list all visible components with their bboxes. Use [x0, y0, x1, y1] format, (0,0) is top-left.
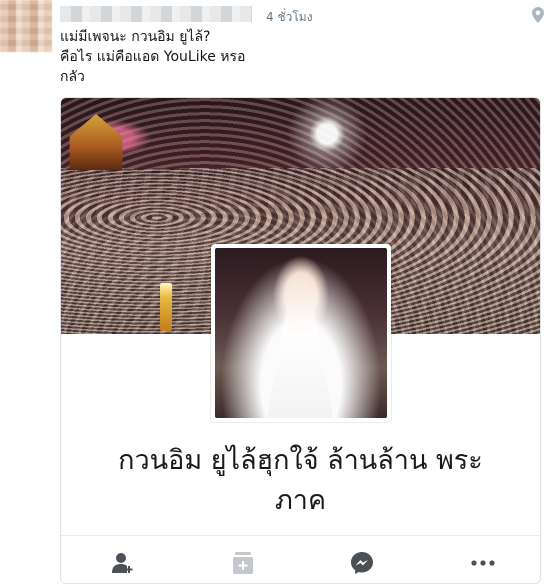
tweet-text: แม่มีเพจนะ กวนอิม ยูไล้? คือไร แม่คือแอด…: [60, 29, 246, 85]
messenger-icon[interactable]: [350, 551, 374, 575]
location-pin-icon: [532, 7, 544, 23]
candle-image: [160, 283, 172, 331]
profile-picture[interactable]: [211, 244, 391, 422]
avatar[interactable]: [0, 0, 52, 52]
blurred-author-name[interactable]: [60, 6, 252, 22]
page-title[interactable]: กวนอิม ยูไล้ฮุกใจ้ ล้านล้าน พระภาค: [61, 441, 540, 521]
save-icon[interactable]: [231, 551, 255, 575]
shrine-image: [69, 114, 123, 170]
tweet-timestamp[interactable]: 4 ชั่วโมง: [266, 8, 313, 27]
add-friend-icon[interactable]: [111, 551, 135, 575]
facebook-page-card[interactable]: กวนอิม ยูไล้ฮุกใจ้ ล้านล้าน พระภาค: [60, 97, 541, 584]
more-dots-icon[interactable]: [471, 551, 495, 575]
profile-photo: [215, 248, 387, 418]
card-action-bar: [61, 535, 540, 583]
